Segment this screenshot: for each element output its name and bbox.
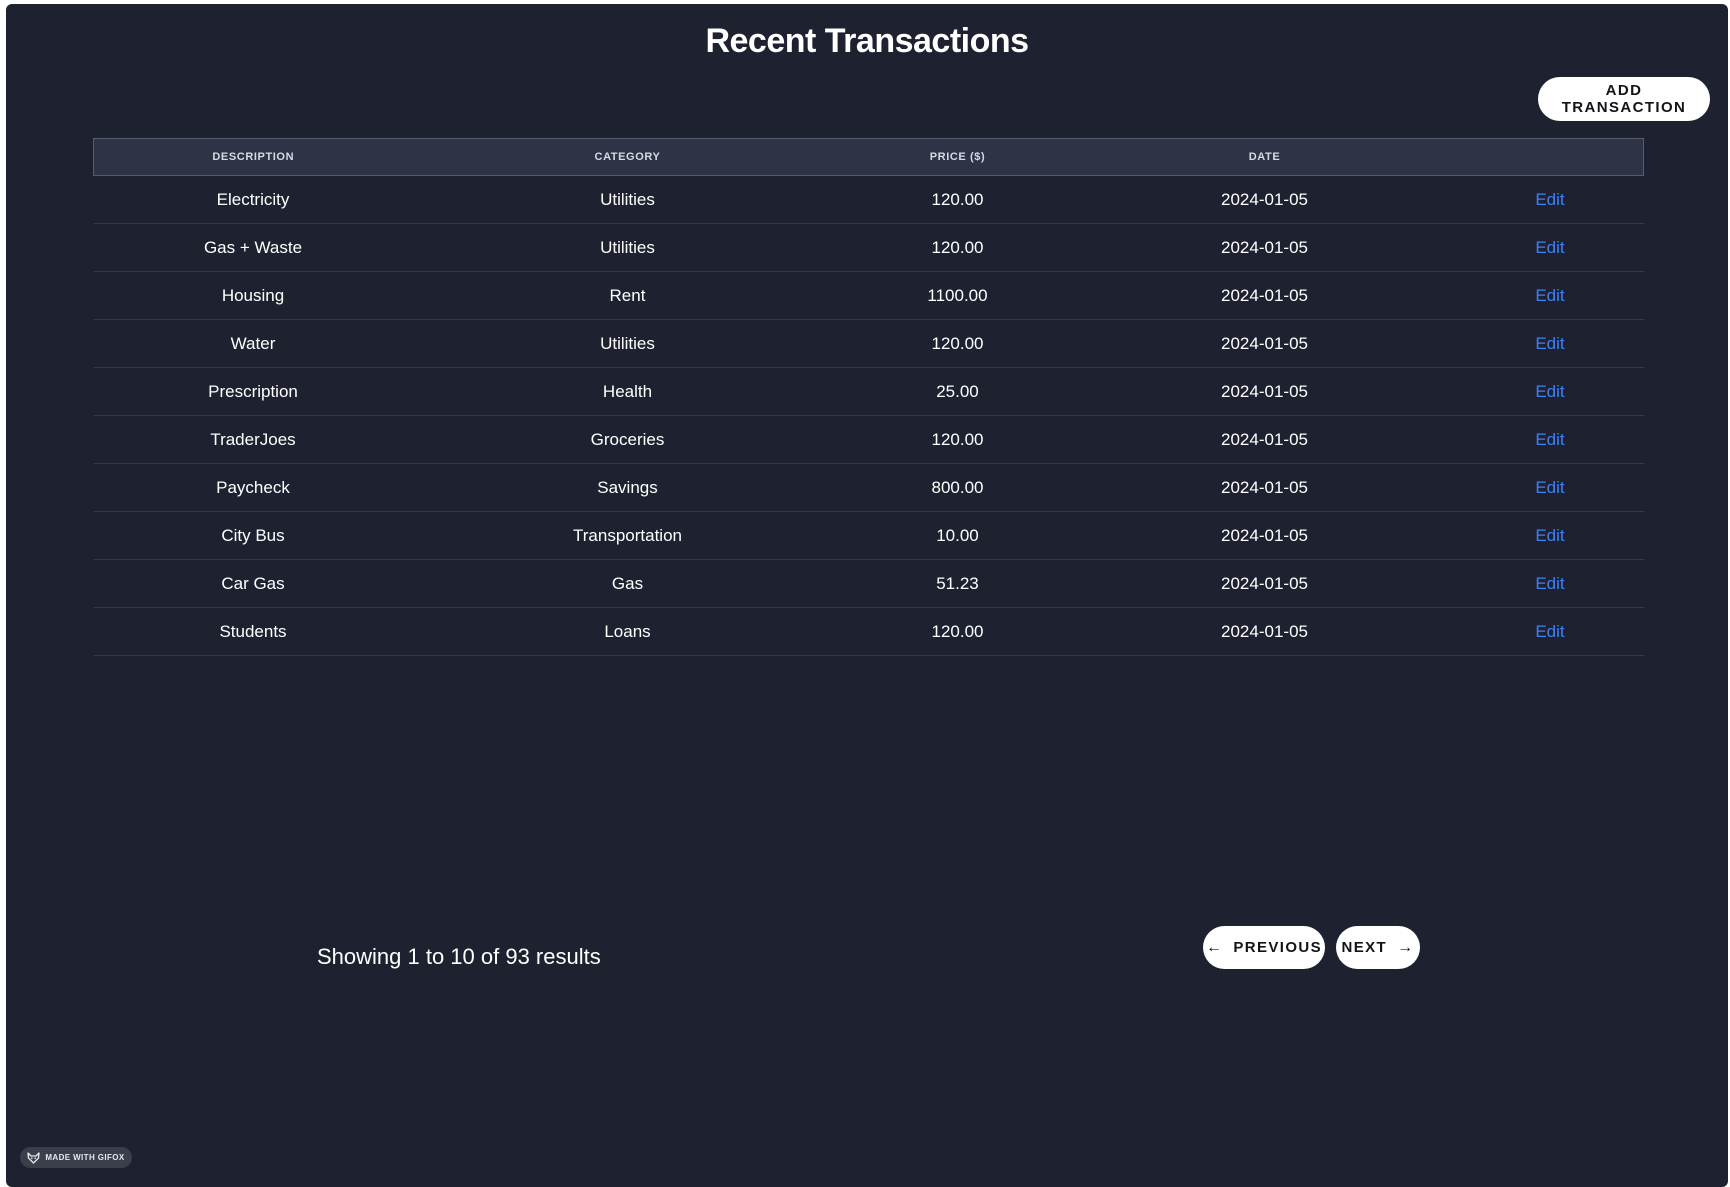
table-row: Water Utilities 120.00 2024-01-05 Edit — [93, 319, 1644, 368]
edit-link[interactable]: Edit — [1535, 622, 1564, 641]
cell-category: Gas — [412, 559, 843, 608]
transactions-table: DESCRIPTION CATEGORY PRICE ($) DATE Elec… — [93, 138, 1644, 656]
cell-date: 2024-01-05 — [1072, 559, 1457, 608]
column-header-description[interactable]: DESCRIPTION — [93, 138, 413, 176]
cell-price: 120.00 — [842, 175, 1073, 224]
table-row: Prescription Health 25.00 2024-01-05 Edi… — [93, 367, 1644, 416]
cell-price: 120.00 — [842, 607, 1073, 656]
cell-category: Utilities — [412, 175, 843, 224]
cell-category: Savings — [412, 463, 843, 512]
cell-category: Health — [412, 367, 843, 416]
table-row: Paycheck Savings 800.00 2024-01-05 Edit — [93, 463, 1644, 512]
cell-actions: Edit — [1456, 607, 1644, 656]
cell-description: City Bus — [93, 511, 413, 560]
column-header-actions — [1456, 138, 1644, 176]
cell-price: 120.00 — [842, 223, 1073, 272]
edit-link[interactable]: Edit — [1535, 238, 1564, 257]
cell-description: Gas + Waste — [93, 223, 413, 272]
edit-link[interactable]: Edit — [1535, 526, 1564, 545]
cell-description: TraderJoes — [93, 415, 413, 464]
edit-link[interactable]: Edit — [1535, 190, 1564, 209]
cell-actions: Edit — [1456, 463, 1644, 512]
cell-price: 800.00 — [842, 463, 1073, 512]
cell-actions: Edit — [1456, 559, 1644, 608]
arrow-left-icon: ← — [1205, 938, 1224, 956]
cell-date: 2024-01-05 — [1072, 223, 1457, 272]
page-title: Recent Transactions — [705, 22, 1029, 60]
cell-date: 2024-01-05 — [1072, 415, 1457, 464]
cell-actions: Edit — [1456, 415, 1644, 464]
pagination-summary: Showing 1 to 10 of 93 results — [317, 944, 601, 969]
table-row: Car Gas Gas 51.23 2024-01-05 Edit — [93, 559, 1644, 608]
cell-description: Paycheck — [93, 463, 413, 512]
app-window: Recent Transactions ADD TRANSACTION DESC… — [6, 4, 1728, 1187]
cell-price: 1100.00 — [842, 271, 1073, 320]
cell-description: Prescription — [93, 367, 413, 416]
cell-price: 25.00 — [842, 367, 1073, 416]
cell-date: 2024-01-05 — [1072, 319, 1457, 368]
cell-price: 120.00 — [842, 415, 1073, 464]
cell-date: 2024-01-05 — [1072, 271, 1457, 320]
cell-date: 2024-01-05 — [1072, 607, 1457, 656]
cell-date: 2024-01-05 — [1072, 511, 1457, 560]
previous-page-button[interactable]: ← PREVIOUS — [1203, 926, 1325, 969]
table-header-row: DESCRIPTION CATEGORY PRICE ($) DATE — [93, 138, 1644, 176]
edit-link[interactable]: Edit — [1535, 574, 1564, 593]
table-row: Gas + Waste Utilities 120.00 2024-01-05 … — [93, 223, 1644, 272]
cell-date: 2024-01-05 — [1072, 463, 1457, 512]
table-row: City Bus Transportation 10.00 2024-01-05… — [93, 511, 1644, 560]
cell-category: Utilities — [412, 223, 843, 272]
fox-icon — [27, 1151, 40, 1164]
cell-category: Groceries — [412, 415, 843, 464]
cell-description: Water — [93, 319, 413, 368]
edit-link[interactable]: Edit — [1535, 334, 1564, 353]
cell-category: Transportation — [412, 511, 843, 560]
made-with-gifox-badge[interactable]: MADE WITH GIFOX — [20, 1147, 132, 1168]
cell-actions: Edit — [1456, 367, 1644, 416]
next-label: NEXT — [1341, 939, 1388, 956]
cell-category: Loans — [412, 607, 843, 656]
column-header-date[interactable]: DATE — [1072, 138, 1457, 176]
cell-price: 120.00 — [842, 319, 1073, 368]
edit-link[interactable]: Edit — [1535, 286, 1564, 305]
table-row: Students Loans 120.00 2024-01-05 Edit — [93, 607, 1644, 656]
previous-label: PREVIOUS — [1233, 939, 1323, 956]
cell-actions: Edit — [1456, 223, 1644, 272]
column-header-category[interactable]: CATEGORY — [412, 138, 843, 176]
column-header-price[interactable]: PRICE ($) — [842, 138, 1073, 176]
cell-description: Housing — [93, 271, 413, 320]
table-row: TraderJoes Groceries 120.00 2024-01-05 E… — [93, 415, 1644, 464]
add-transaction-button[interactable]: ADD TRANSACTION — [1538, 77, 1710, 121]
cell-description: Car Gas — [93, 559, 413, 608]
next-page-button[interactable]: NEXT → — [1336, 926, 1420, 969]
cell-date: 2024-01-05 — [1072, 367, 1457, 416]
cell-actions: Edit — [1456, 319, 1644, 368]
cell-category: Rent — [412, 271, 843, 320]
cell-description: Electricity — [93, 175, 413, 224]
arrow-right-icon: → — [1397, 938, 1415, 956]
table-row: Housing Rent 1100.00 2024-01-05 Edit — [93, 271, 1644, 320]
cell-date: 2024-01-05 — [1072, 175, 1457, 224]
badge-label: MADE WITH GIFOX — [45, 1153, 125, 1162]
cell-description: Students — [93, 607, 413, 656]
edit-link[interactable]: Edit — [1535, 430, 1564, 449]
cell-price: 51.23 — [842, 559, 1073, 608]
cell-actions: Edit — [1456, 175, 1644, 224]
cell-actions: Edit — [1456, 511, 1644, 560]
cell-price: 10.00 — [842, 511, 1073, 560]
cell-category: Utilities — [412, 319, 843, 368]
table-row: Electricity Utilities 120.00 2024-01-05 … — [93, 175, 1644, 224]
cell-actions: Edit — [1456, 271, 1644, 320]
edit-link[interactable]: Edit — [1535, 478, 1564, 497]
edit-link[interactable]: Edit — [1535, 382, 1564, 401]
